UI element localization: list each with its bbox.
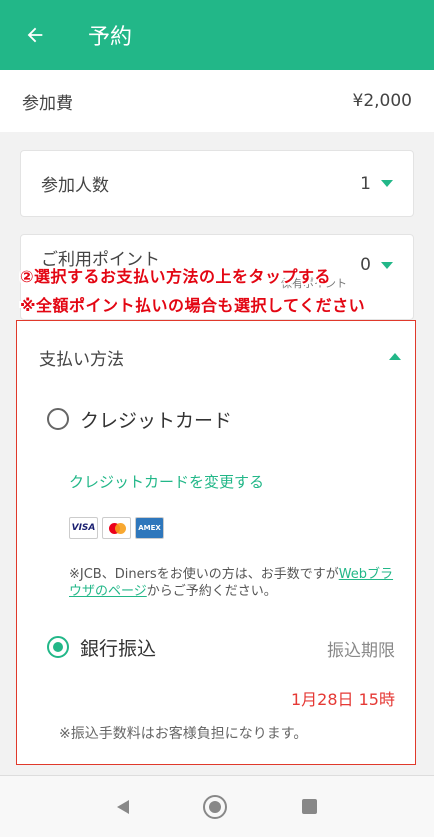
collapse-arrow-icon[interactable] [389, 353, 401, 360]
amex-logo-icon: AMEX [135, 517, 164, 539]
annotation-line-1: ②選択するお支払い方法の上をタップする [20, 267, 332, 286]
fee-label: 参加費 [22, 93, 73, 114]
bank-transfer-label[interactable]: 銀行振込 [80, 634, 156, 661]
people-value-wrap: 1 [360, 174, 393, 194]
system-nav-bar [0, 775, 434, 837]
visa-logo-icon: VISA [69, 517, 98, 539]
points-value-wrap: 0 [360, 255, 393, 275]
mastercard-logo-icon [102, 517, 131, 539]
card-logos: VISA AMEX [69, 517, 164, 539]
back-button[interactable] [0, 0, 70, 70]
payment-method-section: 支払い方法 クレジットカード クレジットカードを変更する VISA AMEX ※… [16, 320, 416, 765]
people-select[interactable]: 参加人数 1 [20, 150, 414, 217]
credit-card-radio[interactable] [47, 408, 69, 430]
nav-back-icon[interactable] [117, 799, 130, 814]
people-label: 参加人数 [41, 176, 109, 196]
bank-transfer-radio[interactable] [47, 636, 69, 658]
annotation-line-2: ※全額ポイント払いの場合も選択してください [20, 296, 366, 315]
card-note: ※JCB、Dinersをお使いの方は、お手数ですがWebブラウザのページからご予… [69, 566, 399, 600]
payment-header: 支払い方法 [39, 350, 124, 370]
note-prefix: ※JCB、Dinersをお使いの方は、お手数ですが [69, 567, 339, 582]
deadline-value: 1月28日 15時 [291, 690, 395, 709]
people-value: 1 [360, 173, 371, 194]
nav-home-icon[interactable] [203, 794, 228, 819]
change-card-link[interactable]: クレジットカードを変更する [69, 471, 264, 492]
fee-row: 参加費 ¥2,000 [0, 70, 434, 132]
note-suffix: からご予約ください。 [146, 584, 277, 599]
page-title: 予約 [88, 25, 133, 50]
deadline-label: 振込期限 [327, 641, 395, 661]
dropdown-arrow-icon [381, 261, 393, 269]
credit-card-label[interactable]: クレジットカード [80, 406, 232, 433]
fee-value: ¥2,000 [352, 91, 412, 111]
points-value: 0 [360, 255, 371, 275]
transfer-fee-note: ※振込手数料はお客様負担になります。 [59, 726, 308, 742]
nav-recent-apps-icon[interactable] [301, 799, 317, 814]
app-bar: 予約 [0, 0, 434, 70]
dropdown-arrow-icon [381, 180, 393, 187]
arrow-left-icon [27, 27, 43, 43]
